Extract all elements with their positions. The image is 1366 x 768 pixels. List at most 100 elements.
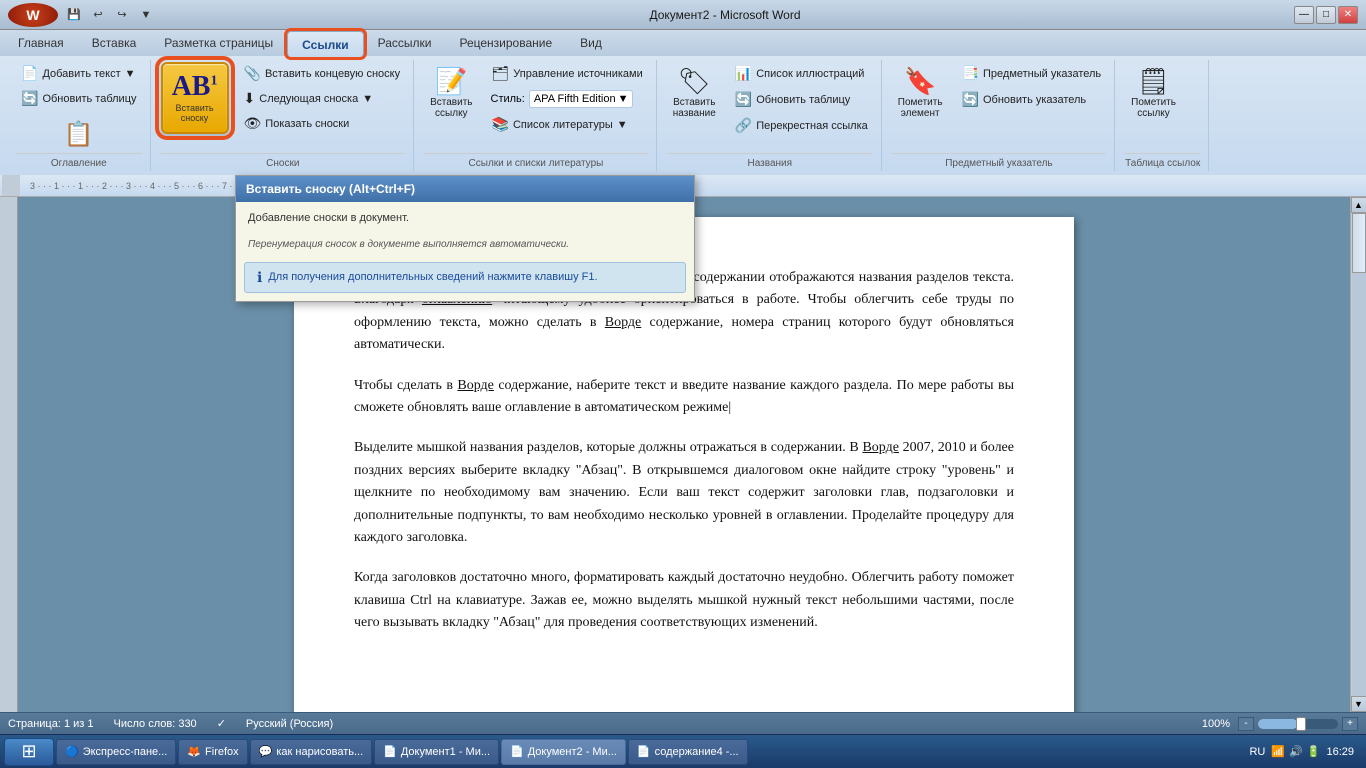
window-controls: — □ ✕ xyxy=(1294,6,1358,24)
minimize-button[interactable]: — xyxy=(1294,6,1314,24)
add-text-btn[interactable]: 📄 Добавить текст ▼ xyxy=(16,62,142,85)
maximize-button[interactable]: □ xyxy=(1316,6,1336,24)
zoom-slider[interactable] xyxy=(1258,719,1338,729)
tab-page-layout[interactable]: Разметка страницы xyxy=(150,30,287,56)
status-right: 100% - + xyxy=(1202,717,1358,731)
list-of-figs-btn[interactable]: 📊 Список иллюстраций xyxy=(730,62,873,85)
save-quick-btn[interactable]: 💾 xyxy=(64,6,84,24)
document-page-area[interactable]: Вставить сноску (Alt+Ctrl+F) Добавление … xyxy=(18,197,1350,712)
customize-quick-btn[interactable]: ▼ xyxy=(136,6,156,24)
zoom-level: 100% xyxy=(1202,718,1230,730)
document-text: В книгах, брошюрах, буклетах, студенческ… xyxy=(354,267,1014,634)
bibliography-btn[interactable]: 📚 Список литературы ▼ xyxy=(487,113,648,136)
mark-entry-icon: 🔖 xyxy=(904,66,936,97)
taskbar-item-contents[interactable]: 📄 содержание4 -... xyxy=(628,739,748,765)
ab-icon: AB1 xyxy=(172,73,218,101)
update-cap-icon: 🔄 xyxy=(735,91,752,108)
scroll-track[interactable] xyxy=(1352,213,1366,696)
undo-quick-btn[interactable]: ↩ xyxy=(88,6,108,24)
status-bar: Страница: 1 из 1 Число слов: 330 ✓ Русск… xyxy=(0,712,1366,734)
group-citations: 📝 Вставить ссылку 🗂 Управление источника… xyxy=(416,60,657,171)
info-icon: ℹ xyxy=(257,269,262,286)
zoom-out-btn[interactable]: - xyxy=(1238,717,1254,731)
insert-footnote-label: Вставитьсноску xyxy=(175,103,213,123)
tab-insert[interactable]: Вставка xyxy=(78,30,151,56)
table-auth-label: Таблица ссылок xyxy=(1125,153,1200,169)
index-group-label: Предметный указатель xyxy=(892,153,1106,169)
toc-icon: 📋 xyxy=(64,120,94,149)
endnote-icon: 📎 xyxy=(244,65,261,82)
update-table-toc-btn[interactable]: 🔄 Обновить таблицу xyxy=(16,87,142,110)
office-logo[interactable]: W xyxy=(8,3,58,27)
toc-group-label: Оглавление xyxy=(16,153,142,169)
scroll-thumb[interactable] xyxy=(1352,213,1366,273)
ribbon: Главная Вставка Разметка страницы Ссылки… xyxy=(0,30,1366,175)
insert-endnote-btn[interactable]: 📎 Вставить концевую сноску xyxy=(239,62,406,85)
citation-icon: 📝 xyxy=(435,66,467,97)
insert-index-btn[interactable]: 📑 Предметный указатель xyxy=(957,62,1107,85)
taskbar-icon-doc2: 📄 xyxy=(510,745,524,758)
style-selector[interactable]: Стиль: APA Fifth Edition ▼ xyxy=(487,88,648,110)
list-figs-icon: 📊 xyxy=(735,65,752,82)
taskbar-icon-doc1: 📄 xyxy=(383,745,397,758)
add-text-icon: 📄 xyxy=(21,65,38,82)
update-table-cap-btn[interactable]: 🔄 Обновить таблицу xyxy=(730,88,873,111)
mark-citation-icon: 🗒 xyxy=(1137,66,1170,97)
tooltip-help-link[interactable]: ℹ Для получения дополнительных сведений … xyxy=(244,262,686,293)
paragraph-3: Выделите мышкой названия разделов, котор… xyxy=(354,437,1014,549)
toc-group-content: 📄 Добавить текст ▼ 🔄 Обновить таблицу 📋 xyxy=(16,62,142,153)
taskbar-item-label: Firefox xyxy=(205,746,239,758)
document-area: Вставить сноску (Alt+Ctrl+F) Добавление … xyxy=(0,197,1366,712)
manage-sources-icon: 🗂 xyxy=(492,65,510,82)
zoom-controls: - + xyxy=(1238,717,1358,731)
insert-caption-btn[interactable]: 🏷 Вставить название xyxy=(667,62,722,123)
language-indicator[interactable]: Русский (Россия) xyxy=(246,718,333,730)
next-footnote-icon: ⬇ xyxy=(244,90,256,107)
redo-quick-btn[interactable]: ↪ xyxy=(112,6,132,24)
footnote-tooltip: Вставить сноску (Alt+Ctrl+F) Добавление … xyxy=(235,197,695,302)
mark-citation-btn[interactable]: 🗒 Пометить ссылку xyxy=(1125,62,1182,123)
cross-ref-btn[interactable]: 🔗 Перекрестная ссылка xyxy=(730,114,873,137)
start-button[interactable]: ⊞ xyxy=(4,738,54,766)
close-button[interactable]: ✕ xyxy=(1338,6,1358,24)
captions-group-content: 🏷 Вставить название 📊 Список иллюстраций… xyxy=(667,62,873,153)
ribbon-content: 📄 Добавить текст ▼ 🔄 Обновить таблицу 📋 xyxy=(0,56,1366,175)
vertical-scrollbar[interactable]: ▲ ▼ xyxy=(1350,197,1366,712)
toc-btn[interactable]: 📋 xyxy=(16,116,142,153)
insert-citation-btn[interactable]: 📝 Вставить ссылку xyxy=(424,62,478,123)
tab-view[interactable]: Вид xyxy=(566,30,616,56)
style-dropdown[interactable]: APA Fifth Edition ▼ xyxy=(529,90,634,108)
zoom-in-btn[interactable]: + xyxy=(1342,717,1358,731)
tab-home[interactable]: Главная xyxy=(4,30,78,56)
group-footnotes: AB1 Вставитьсноску 📎 Вставить концевую с… xyxy=(153,60,415,171)
taskbar-item-doc2[interactable]: 📄 Документ2 - Ми... xyxy=(501,739,626,765)
keyboard-lang[interactable]: RU xyxy=(1249,746,1265,758)
scroll-down-btn[interactable]: ▼ xyxy=(1351,696,1366,712)
taskbar-item-firefox[interactable]: 🦊 Firefox xyxy=(178,739,247,765)
paragraph-2: Чтобы сделать в Ворде содержание, набери… xyxy=(354,375,1014,420)
next-footnote-btn[interactable]: ⬇ Следующая сноска ▼ xyxy=(239,87,406,110)
insert-footnote-btn[interactable]: AB1 Вставитьсноску xyxy=(161,62,229,134)
show-notes-icon: 👁 xyxy=(244,115,262,132)
tab-references[interactable]: Ссылки xyxy=(287,31,363,57)
spell-check-icon[interactable]: ✓ xyxy=(217,717,226,730)
taskbar-item-whatsapp[interactable]: 💬 как нарисовать... xyxy=(250,739,372,765)
update-index-btn[interactable]: 🔄 Обновить указатель xyxy=(957,88,1107,111)
taskbar-item-doc1[interactable]: 📄 Документ1 - Ми... xyxy=(374,739,499,765)
show-notes-btn[interactable]: 👁 Показать сноски xyxy=(239,112,406,135)
volume-icon: 🔊 xyxy=(1289,745,1303,758)
taskbar-icon-express: 🔵 xyxy=(65,745,79,758)
paragraph-4: Когда заголовков достаточно много, форма… xyxy=(354,567,1014,634)
taskbar: ⊞ 🔵 Экспресс-пане... 🦊 Firefox 💬 как нар… xyxy=(0,734,1366,768)
citations-group-label: Ссылки и списки литературы xyxy=(424,153,648,169)
scroll-up-btn[interactable]: ▲ xyxy=(1351,197,1366,213)
manage-sources-btn[interactable]: 🗂 Управление источниками xyxy=(487,62,648,85)
window-title: Документ2 - Microsoft Word xyxy=(156,8,1294,22)
group-captions: 🏷 Вставить название 📊 Список иллюстраций… xyxy=(659,60,882,171)
title-bar: W 💾 ↩ ↪ ▼ Документ2 - Microsoft Word — □… xyxy=(0,0,1366,30)
tab-mailings[interactable]: Рассылки xyxy=(364,30,446,56)
page-indicator: Страница: 1 из 1 xyxy=(8,718,94,730)
mark-entry-btn[interactable]: 🔖 Пометить элемент xyxy=(892,62,949,123)
tab-review[interactable]: Рецензирование xyxy=(445,30,566,56)
taskbar-item-express[interactable]: 🔵 Экспресс-пане... xyxy=(56,739,176,765)
